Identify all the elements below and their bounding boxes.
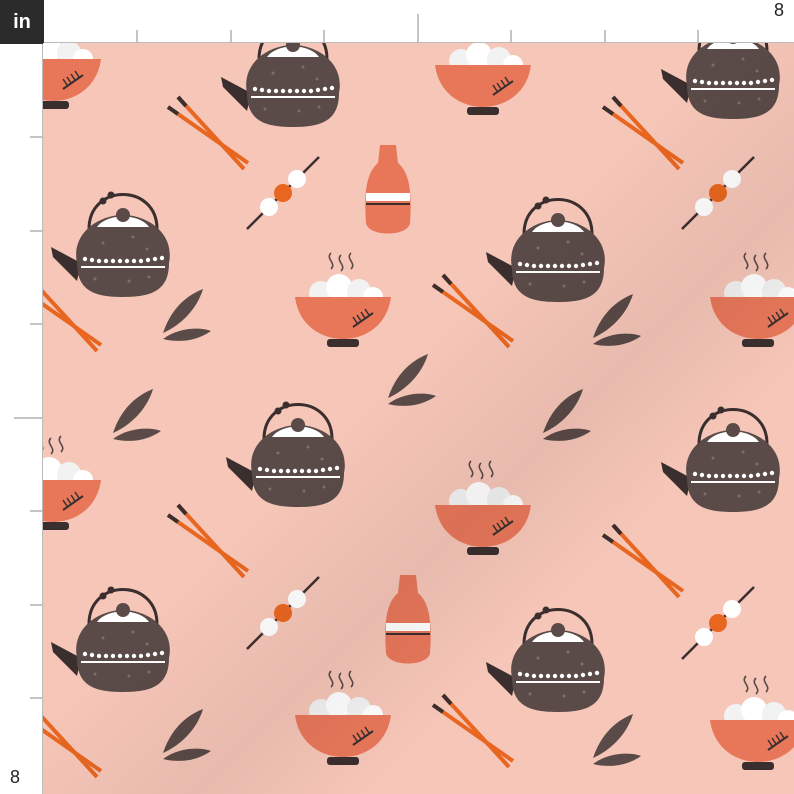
- tea-pattern: [43, 43, 794, 794]
- left-ruler: 8: [0, 44, 43, 794]
- top-ruler: 8: [44, 0, 794, 43]
- left-ruler-ticks: [14, 136, 42, 699]
- left-ruler-end-label: 8: [10, 767, 21, 787]
- fabric-fold-shadow: [43, 43, 794, 794]
- unit-label: in: [0, 0, 44, 44]
- top-ruler-ticks: [136, 14, 699, 42]
- fabric-swatch: [43, 43, 794, 794]
- top-ruler-end-label: 8: [773, 0, 784, 20]
